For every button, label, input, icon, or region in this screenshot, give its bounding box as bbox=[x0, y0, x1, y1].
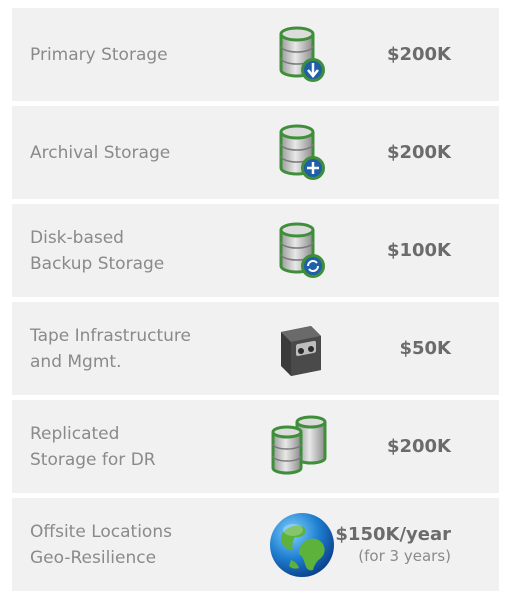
cost-note: (for 3 years) bbox=[358, 547, 451, 565]
row-label: Tape Infrastructure and Mgmt. bbox=[30, 325, 191, 372]
cost-value: $50K bbox=[399, 338, 451, 359]
row-label: Primary Storage bbox=[30, 44, 168, 65]
cost-row-primary-storage: Primary Storage $200K bbox=[12, 8, 499, 101]
replicated-database-icon bbox=[267, 412, 337, 482]
tape-drive-icon bbox=[267, 314, 337, 384]
row-cost: $200K bbox=[387, 8, 451, 101]
database-sync-icon bbox=[267, 216, 337, 286]
row-cost: $150K/year (for 3 years) bbox=[335, 498, 451, 591]
row-label: Disk-based Backup Storage bbox=[30, 227, 165, 274]
database-add-icon bbox=[267, 118, 337, 188]
cost-row-tape-infrastructure: Tape Infrastructure and Mgmt. $50K bbox=[12, 302, 499, 395]
cost-value: $100K bbox=[386, 240, 451, 261]
cost-value: $150K/year bbox=[335, 524, 451, 545]
row-cost: $50K bbox=[399, 302, 451, 395]
database-download-icon bbox=[267, 20, 337, 90]
globe-icon bbox=[267, 510, 337, 580]
cost-row-offsite-locations: Offsite Locations Geo-Resilience $150K/y… bbox=[12, 498, 499, 591]
cost-value: $200K bbox=[386, 436, 451, 457]
cost-row-disk-backup: Disk-based Backup Storage $100K bbox=[12, 204, 499, 297]
row-label: Offsite Locations Geo-Resilience bbox=[30, 521, 172, 568]
row-label: Replicated Storage for DR bbox=[30, 423, 156, 470]
cost-row-archival-storage: Archival Storage $200K bbox=[12, 106, 499, 199]
row-cost: $100K bbox=[387, 204, 451, 297]
cost-row-replicated-storage: Replicated Storage for DR $200K bbox=[12, 400, 499, 493]
cost-value: $200K bbox=[386, 44, 451, 65]
row-label: Archival Storage bbox=[30, 142, 171, 163]
row-cost: $200K bbox=[387, 400, 451, 493]
row-cost: $200K bbox=[387, 106, 451, 199]
cost-value: $200K bbox=[386, 142, 451, 163]
